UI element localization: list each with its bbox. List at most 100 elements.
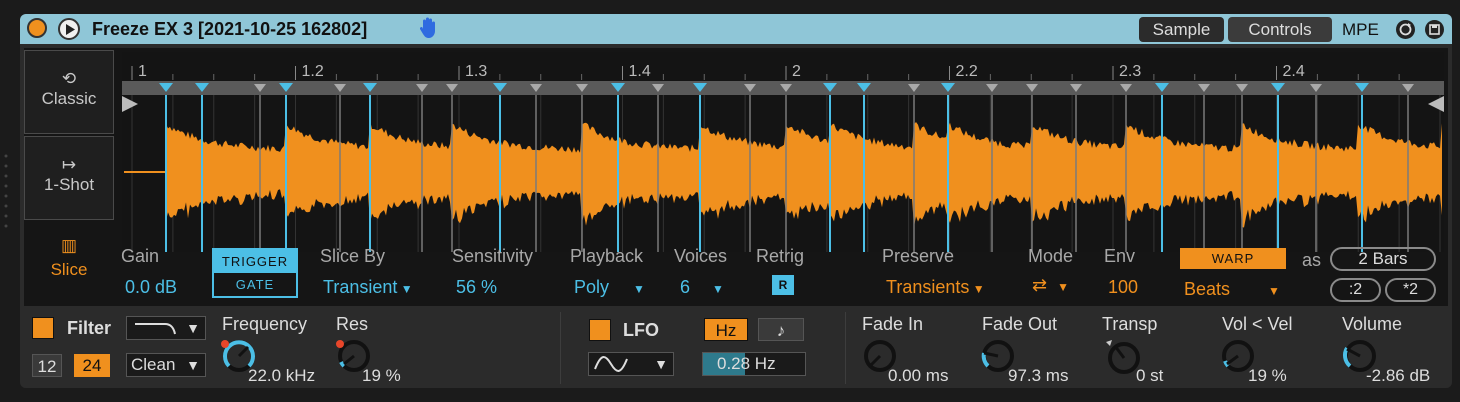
retrig-button[interactable]: R (772, 275, 794, 295)
device-power-button[interactable] (27, 18, 47, 38)
title-bar: Freeze EX 3 [2021-10-25 162802] Sample C… (20, 14, 1452, 44)
chevron-down-icon: ▼ (1057, 280, 1069, 294)
mpe-label[interactable]: MPE (1342, 20, 1379, 40)
warp-button[interactable]: WARP (1180, 248, 1286, 269)
ruler-label: 2.4 (1283, 63, 1305, 80)
filter-circuit-dropdown[interactable]: Clean ▼ (126, 353, 206, 377)
filter-toggle[interactable] (32, 317, 54, 339)
fade-out-label: Fade Out (982, 314, 1058, 334)
mode-slice-label: Slice (50, 260, 88, 279)
loop-icon: ⟲ (61, 69, 77, 88)
section-divider (845, 312, 846, 384)
section-divider (560, 312, 561, 384)
ruler-label: 2 (792, 63, 801, 80)
slope-24-button[interactable]: 24 (74, 354, 110, 377)
filter-label: Filter (67, 318, 112, 338)
env-value[interactable]: 100 (1108, 277, 1138, 298)
mode-classic-label: Classic (41, 89, 97, 108)
resonance-value[interactable]: 19 % (362, 366, 401, 386)
lfo-sync-button[interactable]: ♪ (758, 318, 804, 341)
transpose-label: Transp (1102, 314, 1158, 334)
lfo-toggle[interactable] (589, 319, 611, 341)
chevron-down-icon: ▼ (712, 282, 724, 296)
one-shot-icon: ↦ (61, 155, 77, 174)
frequency-label: Frequency (222, 314, 308, 334)
sensitivity-label: Sensitivity (452, 246, 534, 266)
mode-one-shot-button[interactable]: ↦ 1-Shot (24, 136, 114, 220)
warp-mode-value: Beats (1184, 279, 1231, 299)
chevron-down-icon: ▼ (654, 356, 668, 372)
fade-in-label: Fade In (862, 314, 924, 334)
ruler-label: 2.3 (1119, 63, 1141, 80)
slope-12-button[interactable]: 12 (32, 354, 62, 377)
trigger-button[interactable]: TRIGGER (214, 250, 296, 273)
gain-value[interactable]: 0.0 dB (125, 277, 177, 298)
sine-wave-icon (594, 356, 628, 372)
loop-mode-icon: ⇄ (1032, 275, 1048, 295)
half-length-button[interactable]: :2 (1330, 278, 1381, 302)
ruler-label: 1.4 (629, 63, 651, 80)
filter-type-dropdown[interactable]: ▼ (126, 316, 206, 340)
lfo-rate-value: 0.28 Hz (717, 354, 776, 373)
mode-label: Mode (1028, 246, 1074, 266)
bars-length-field[interactable]: 2 Bars (1330, 247, 1436, 271)
transpose-value[interactable]: 0 st (1136, 366, 1163, 386)
lfo-hz-button[interactable]: Hz (704, 318, 748, 341)
save-preset-icon[interactable] (1425, 20, 1444, 39)
ruler-label: 2.2 (956, 63, 978, 80)
note-icon: ♪ (776, 321, 786, 340)
playback-value: Poly (574, 277, 610, 297)
chevron-down-icon: ▼ (1268, 284, 1280, 298)
device-title[interactable]: Freeze EX 3 [2021-10-25 162802] (92, 19, 367, 40)
chevron-down-icon: ▼ (397, 282, 413, 296)
mode-classic-button[interactable]: ⟲ Classic (24, 50, 114, 134)
voices-label: Voices (674, 246, 728, 266)
warp-mode-dropdown[interactable]: Beats ▼ (1184, 279, 1280, 300)
ruler-label: 1.2 (302, 63, 324, 80)
slice-by-dropdown[interactable]: Transient ▼ (323, 277, 413, 298)
voices-value: 6 (680, 277, 691, 297)
hand-icon (418, 16, 440, 45)
slice-by-value: Transient (323, 277, 398, 297)
drag-handle[interactable] (4, 150, 8, 250)
preserve-dropdown[interactable]: Transients ▼ (886, 277, 985, 298)
volume-value[interactable]: -2.86 dB (1366, 366, 1430, 386)
playback-dropdown[interactable]: Poly ▼ (574, 277, 645, 298)
double-length-button[interactable]: *2 (1385, 278, 1436, 302)
ruler-label: 1 (138, 63, 147, 80)
lfo-rate-field[interactable]: 0.28 Hz (702, 352, 806, 376)
fade-in-value[interactable]: 0.00 ms (888, 366, 948, 386)
resonance-label: Res (336, 314, 369, 334)
tab-sample[interactable]: Sample (1139, 17, 1224, 42)
sensitivity-value[interactable]: 56 % (456, 277, 497, 298)
lfo-label: LFO (623, 320, 659, 340)
volume-label: Volume (1342, 314, 1403, 334)
preserve-label: Preserve (882, 246, 955, 266)
preview-play-button[interactable] (58, 18, 80, 40)
hot-swap-icon[interactable] (1396, 20, 1415, 39)
lfo-waveform-dropdown[interactable]: ▼ (588, 352, 674, 376)
frequency-value[interactable]: 22.0 kHz (248, 366, 315, 386)
mode-one-shot-label: 1-Shot (43, 175, 95, 194)
chevron-down-icon: ▼ (633, 282, 645, 296)
gate-button[interactable]: GATE (214, 273, 296, 296)
retrig-label: Retrig (756, 246, 805, 266)
lowpass-curve-icon (135, 323, 176, 335)
chevron-down-icon: ▼ (186, 357, 200, 373)
vol-vel-value[interactable]: 19 % (1248, 366, 1287, 386)
chevron-down-icon: ▼ (969, 282, 985, 296)
as-label: as (1302, 250, 1322, 270)
tab-controls[interactable]: Controls (1228, 17, 1332, 42)
ruler-label: 1.3 (465, 63, 487, 80)
mode-slice-button[interactable]: ▥ Slice (24, 236, 114, 280)
voices-dropdown[interactable]: 6 ▼ (680, 277, 724, 298)
trigger-gate-switch[interactable]: TRIGGER GATE (212, 248, 298, 298)
slice-icon: ▥ (60, 236, 78, 255)
waveform-display[interactable]: 1 1.2 1.3 1.4 2 2.2 2.3 2.4 (122, 52, 1444, 252)
preserve-value: Transients (886, 277, 970, 297)
playback-label: Playback (570, 246, 644, 266)
playback-mode-column: ⟲ Classic ↦ 1-Shot ▥ Slice (24, 50, 118, 304)
simpler-device: Freeze EX 3 [2021-10-25 162802] Sample C… (20, 14, 1452, 388)
fade-out-value[interactable]: 97.3 ms (1008, 366, 1068, 386)
loop-mode-dropdown[interactable]: ⇄ ▼ (1032, 275, 1069, 296)
